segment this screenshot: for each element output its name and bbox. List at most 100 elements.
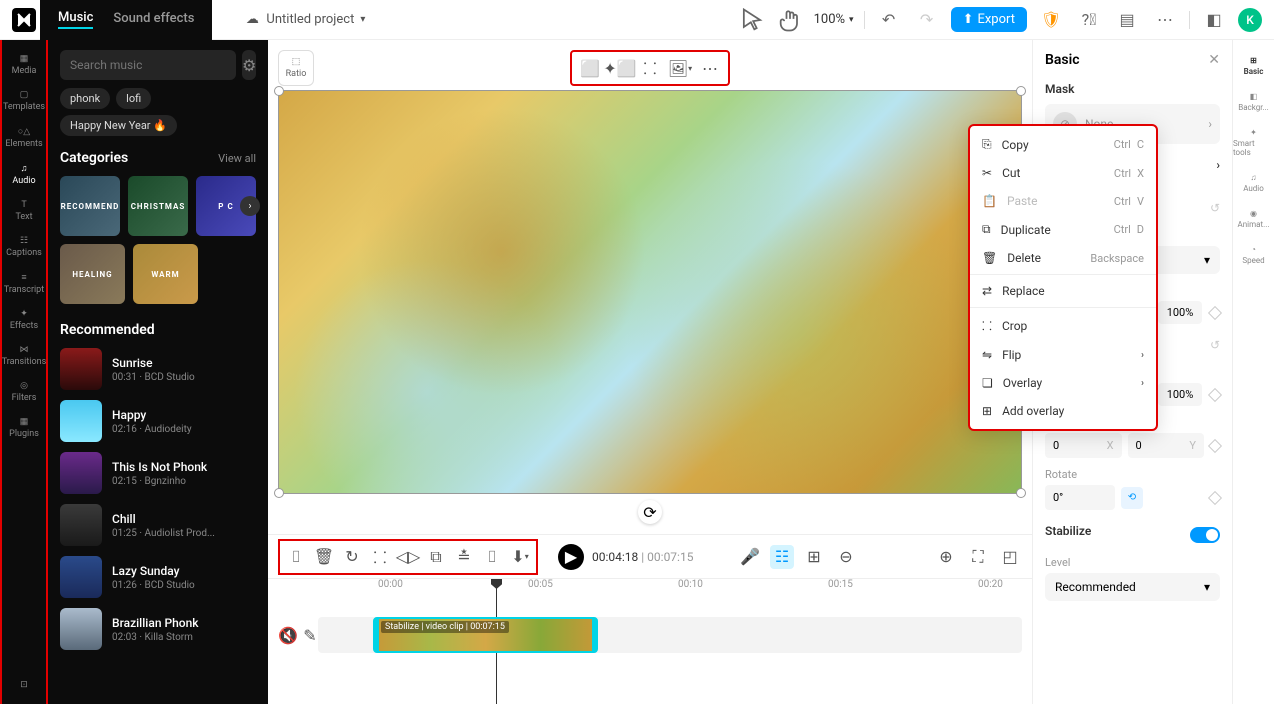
rr-background[interactable]: ◧Backgr...	[1238, 86, 1269, 118]
ctx-duplicate[interactable]: ⧉DuplicateCtrlD	[970, 215, 1156, 244]
enhance-icon[interactable]: ✦⬜	[608, 56, 632, 80]
tab-sound-effects[interactable]: Sound effects	[113, 11, 194, 28]
project-title[interactable]: ☁ Untitled project ▾	[244, 12, 365, 28]
keyframe-icon[interactable]	[1208, 438, 1222, 452]
video-clip[interactable]: Stabilize | video clip | 00:07:15	[373, 617, 598, 653]
redo-icon[interactable]: ↷	[913, 6, 941, 34]
search-input[interactable]	[60, 50, 236, 80]
ctx-add-overlay[interactable]: ⊞Add overlay	[970, 397, 1156, 425]
filter-button[interactable]: ⚙	[242, 50, 256, 80]
more-icon[interactable]: ⋯	[698, 56, 722, 80]
more-icon[interactable]: ⋯	[1151, 6, 1179, 34]
ctx-flip[interactable]: ⇋Flip›	[970, 341, 1156, 369]
category-healing[interactable]: HEALING	[60, 244, 125, 304]
track-item[interactable]: This Is Not Phonk02:15 · Bgnzinho	[60, 452, 256, 494]
track-item[interactable]: Brazillian Phonk02:03 · Killa Storm	[60, 608, 256, 650]
image-icon[interactable]: 🖼 ▾	[668, 56, 692, 80]
rr-speed[interactable]: ◔Speed	[1242, 239, 1264, 271]
refresh-button[interactable]: ⟳	[638, 500, 662, 524]
category-warm[interactable]: WARM	[133, 244, 198, 304]
download-icon[interactable]: ⬇ ▾	[508, 545, 532, 569]
zoom-out-icon[interactable]: ⊖	[834, 545, 858, 569]
track-item[interactable]: Happy02:16 · Audiodeity	[60, 400, 256, 442]
scale-value[interactable]: 100%	[1158, 383, 1202, 406]
reset-icon[interactable]: ↺	[1210, 201, 1220, 215]
split-icon[interactable]: ⌷	[284, 545, 308, 569]
reset-icon[interactable]: ↺	[1210, 338, 1220, 352]
ctx-cut[interactable]: ✂CutCtrlX	[970, 159, 1156, 187]
track-item[interactable]: Chill01:25 · Audiolist Prod...	[60, 504, 256, 546]
tab-music[interactable]: Music	[58, 10, 93, 29]
ctx-replace[interactable]: ⇄Replace	[970, 277, 1156, 305]
rail-transitions[interactable]: ⋈Transitions	[0, 339, 48, 373]
rail-plugins[interactable]: ▦Plugins	[0, 411, 48, 445]
remove-bg-icon[interactable]: ⬜	[578, 56, 602, 80]
rail-media[interactable]: ▦Media	[0, 48, 48, 82]
rr-basic[interactable]: ⊞Basic	[1244, 50, 1264, 82]
crop-tool-icon[interactable]: ⸬	[368, 545, 392, 569]
copy-tool-icon[interactable]: ⧉	[424, 545, 448, 569]
layers-icon[interactable]: ▤	[1113, 6, 1141, 34]
align-icon[interactable]: ⊞	[802, 545, 826, 569]
rail-audio[interactable]: ♫Audio	[0, 157, 48, 192]
help-icon[interactable]: ?⃝	[1075, 6, 1103, 34]
rr-audio[interactable]: ♫Audio	[1243, 167, 1264, 199]
track-item[interactable]: Sunrise00:31 · BCD Studio	[60, 348, 256, 390]
undo-icon[interactable]: ↶	[875, 6, 903, 34]
rail-transcript[interactable]: ≡Transcript	[0, 266, 48, 301]
rotate-reset-button[interactable]: ⟲	[1121, 487, 1143, 509]
captions-tool-icon[interactable]: ☷	[770, 545, 794, 569]
rotate-icon[interactable]: ↻	[340, 545, 364, 569]
category-recommend[interactable]: RECOMMEND	[60, 176, 120, 236]
keyframe-icon[interactable]	[1208, 490, 1222, 504]
ctx-delete[interactable]: 🗑DeleteBackspace	[970, 244, 1156, 272]
ratio-button[interactable]: ⬚Ratio	[278, 50, 314, 86]
timeline-ruler[interactable]: 00:00 00:05 00:10 00:15 00:20	[318, 579, 1022, 599]
close-panel-icon[interactable]: ✕	[1208, 52, 1220, 68]
zoom-level[interactable]: 100% ▾	[814, 12, 854, 27]
cursor-tool-icon[interactable]	[738, 6, 766, 34]
track-item[interactable]: Lazy Sunday01:26 · BCD Studio	[60, 556, 256, 598]
rail-text[interactable]: TText	[0, 194, 48, 228]
opacity-value[interactable]: 100%	[1158, 301, 1202, 324]
rr-smart-tools[interactable]: ✦Smart tools	[1233, 122, 1274, 163]
tag-hny[interactable]: Happy New Year 🔥	[60, 115, 177, 136]
mic-icon[interactable]: 🎤	[738, 545, 762, 569]
rotate-input[interactable]: 0°	[1045, 485, 1115, 510]
avatar[interactable]: K	[1238, 8, 1262, 32]
mute-icon[interactable]: 🔇	[278, 623, 298, 647]
stabilize-level-select[interactable]: Recommended▾	[1045, 573, 1220, 601]
trash-icon[interactable]: 🗑	[312, 545, 336, 569]
rail-collapse[interactable]: ⊡	[0, 674, 48, 696]
tag-lofi[interactable]: lofi	[116, 88, 151, 109]
position-x-input[interactable]: 0X	[1045, 433, 1122, 458]
view-all-link[interactable]: View all	[218, 152, 256, 165]
edit-track-icon[interactable]: ✎	[302, 623, 318, 647]
ctx-copy[interactable]: ⎘CopyCtrlC	[970, 130, 1156, 159]
rr-animation[interactable]: ◉Animat...	[1238, 203, 1270, 235]
collapse-tl-icon[interactable]: ◰	[998, 545, 1022, 569]
canvas[interactable]	[278, 90, 1022, 494]
categories-next[interactable]: ›	[240, 196, 260, 216]
stabilize-toggle[interactable]	[1190, 527, 1220, 543]
fullscreen-icon[interactable]: ⛶	[966, 545, 990, 569]
adjust-icon[interactable]: ≛	[452, 545, 476, 569]
ctx-overlay[interactable]: ❏Overlay›	[970, 369, 1156, 397]
rail-elements[interactable]: ○△Elements	[0, 120, 48, 155]
mirror-icon[interactable]: ◁▷	[396, 545, 420, 569]
rail-filters[interactable]: ◎Filters	[0, 375, 48, 409]
shield-icon[interactable]: 🛡	[1037, 6, 1065, 34]
keyframe-icon[interactable]	[1208, 387, 1222, 401]
ctx-crop[interactable]: ⸬Crop	[970, 310, 1156, 341]
category-christmas[interactable]: CHRISTMAS	[128, 176, 188, 236]
zoom-in-icon[interactable]: ⊕	[934, 545, 958, 569]
rail-effects[interactable]: ✦Effects	[0, 303, 48, 337]
rail-captions[interactable]: ☷Captions	[0, 230, 48, 264]
split-tool-icon[interactable]: ⌷	[480, 545, 504, 569]
tag-phonk[interactable]: phonk	[60, 88, 110, 109]
panel-toggle-icon[interactable]: ◧	[1200, 6, 1228, 34]
play-button[interactable]: ▶	[558, 544, 584, 570]
position-y-input[interactable]: 0Y	[1128, 433, 1205, 458]
crop-icon[interactable]: ⸬	[638, 56, 662, 80]
export-button[interactable]: ⬆ Export	[951, 7, 1027, 32]
